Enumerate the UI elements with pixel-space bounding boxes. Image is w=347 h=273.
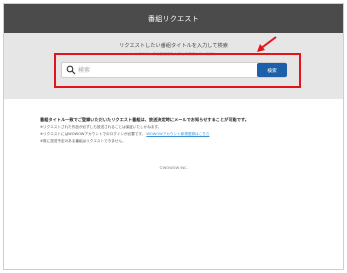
note-item: ※既に放送予定のある番組はリクエストできません。: [40, 139, 126, 144]
search-button[interactable]: 検索: [257, 63, 287, 77]
notice-heading: 番組タイトル一致でご登録いただいたリクエスト番組は、放送決定時にメールでお知らせ…: [40, 117, 249, 122]
note-item: ※リクエストされた作品が必ずしも放送されることは保証いたしかねます。: [40, 125, 161, 130]
search-bar: 検索: [61, 62, 287, 78]
search-section: リクエストしたい番組タイトルを入力して検索 ※ リクエストする番組名を入力して検…: [4, 33, 343, 99]
page-frame: 番組リクエスト リクエストしたい番組タイトルを入力して検索 ※ リクエストする番…: [3, 3, 344, 270]
note-text: ※リクエストされた作品が必ずしも放送されることは保証いたしかねます。: [40, 125, 162, 129]
page-title: 番組リクエスト: [147, 14, 200, 23]
account-register-link[interactable]: WOWOWアカウント新規登録はこちら: [146, 132, 209, 136]
header-bar: 番組リクエスト: [4, 4, 343, 33]
main-content: 番組タイトル一致でご登録いただいたリクエスト番組は、放送決定時にメールでお知らせ…: [4, 99, 343, 269]
search-icon: [66, 65, 76, 75]
search-heading: リクエストしたい番組タイトルを入力して検索: [119, 43, 228, 49]
search-input[interactable]: [78, 63, 238, 77]
note-text: ※既に放送予定のある番組はリクエストできません。: [40, 139, 126, 143]
red-arrow-icon: [257, 36, 277, 52]
note-item: ※リクエストにはWOWOWアカウントでのログインが必要です。 WOWOWアカウン…: [40, 132, 209, 137]
note-text: ※リクエストにはWOWOWアカウントでのログインが必要です。: [40, 132, 146, 136]
copyright: ©WOWOW INC.: [159, 166, 188, 170]
